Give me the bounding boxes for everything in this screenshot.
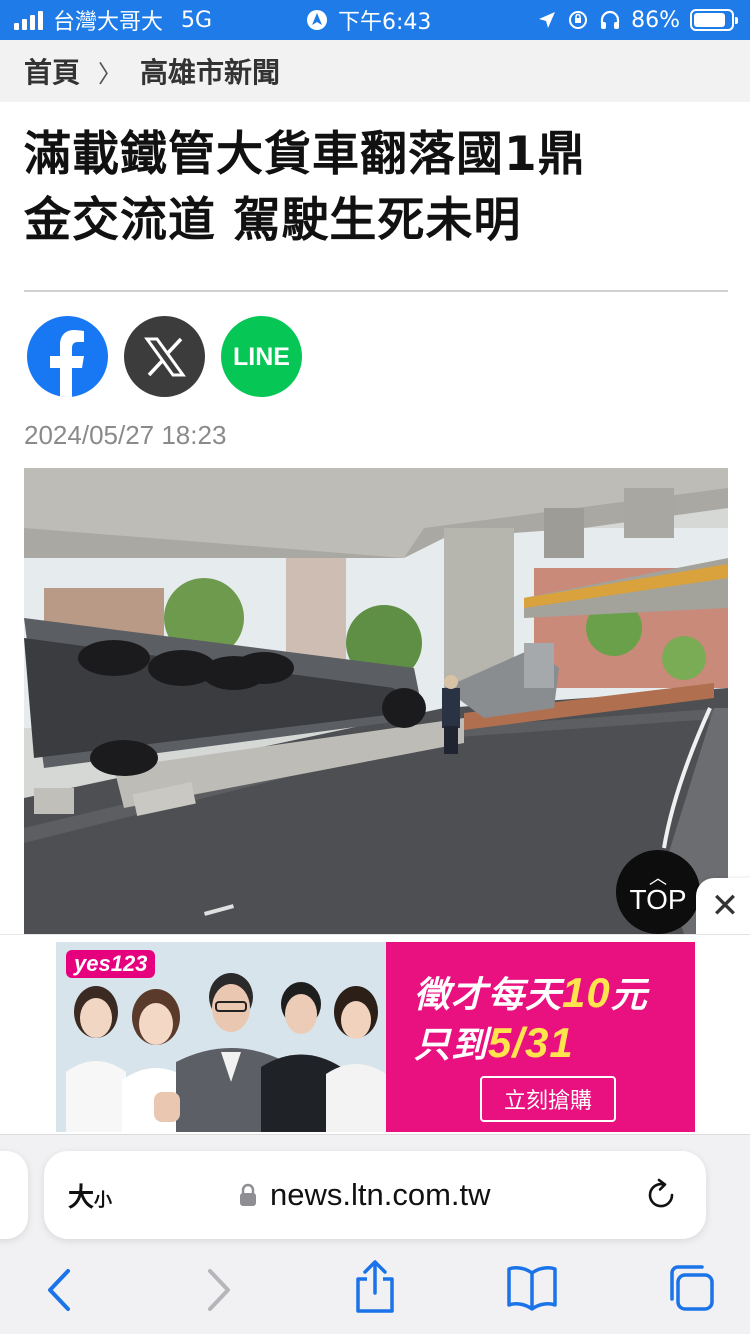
x-share-button[interactable] [124,316,205,397]
breadcrumb-section[interactable]: 高雄市新聞 [140,51,280,91]
article-headline: 滿載鐵管大貨車翻落國1鼎 金交流道 駕駛生死未明 [24,122,714,254]
browser-toolbar [0,1259,750,1329]
bookmarks-icon[interactable] [506,1265,558,1311]
location-arrow-circle-icon [307,10,327,30]
ad-logo: yes123 [66,950,156,978]
battery-fill [694,13,725,27]
ad-close-button[interactable]: ✕ [696,878,750,934]
facebook-icon [50,330,84,397]
clock: 下午6:43 [338,10,432,35]
headphones-icon [600,10,620,29]
forward-chevron-icon[interactable] [202,1267,236,1313]
text-size-button[interactable]: 大小 [68,1177,112,1214]
headline-line-1: 滿載鐵管大貨車翻落國1鼎 [24,127,586,182]
ad-text-panel: 徵才每天10元 只到5/31 立刻搶購 [386,942,695,1132]
ad-headline-1: 徵才每天10元 [414,966,648,1018]
close-icon: ✕ [710,886,740,926]
publish-date: 2024/05/27 18:23 [24,420,227,450]
ad-banner[interactable]: yes123 徵才每天10元 只到5/31 立刻搶購 [56,942,695,1132]
ad-line2-number: 5/31 [488,1019,574,1066]
breadcrumb: 首頁 〉 高雄市新聞 [0,40,750,102]
reload-icon[interactable] [644,1178,678,1212]
chevron-up-icon: ︿ [649,868,667,888]
battery-icon [690,9,738,31]
headline-divider [24,290,728,292]
signal-icon [14,10,43,30]
tabs-icon[interactable] [666,1263,716,1313]
headline-line-2: 金交流道 駕駛生死未明 [24,193,522,248]
share-buttons: LINE [27,316,302,397]
location-icon [539,12,556,28]
address-bar[interactable]: 大小 news.ltn.com.tw [44,1151,706,1239]
url-text: news.ltn.com.tw [270,1177,491,1212]
line-icon: LINE [233,343,290,371]
ad-line1-prefix: 徵才每天 [414,975,563,1016]
line-share-button[interactable]: LINE [221,316,302,397]
status-right: 86% [537,7,738,33]
url-display[interactable]: news.ltn.com.tw [238,1177,491,1213]
orientation-lock-icon [569,11,588,29]
carrier-label: 台灣大哥大 [53,10,164,35]
overturned-truck-photo [24,468,728,934]
ad-people-image: yes123 [56,942,386,1132]
previous-tab-peek[interactable] [0,1151,28,1239]
x-logo-icon [143,337,186,376]
back-to-top-button[interactable]: ︿ TOP [616,850,700,934]
status-center: 下午6:43 [306,4,431,36]
screen: 台灣大哥大 5G 下午6:43 86% 首頁 〉 高雄市新聞 滿載鐵管大貨車翻落… [0,0,750,1334]
status-bar: 台灣大哥大 5G 下午6:43 86% [0,0,750,40]
ad-line1-number: 10 [562,969,611,1016]
browser-bottom-bar: 大小 news.ltn.com.tw [0,1134,750,1334]
battery-percent: 86% [631,7,680,33]
top-label: TOP [629,884,687,915]
back-chevron-icon[interactable] [42,1267,76,1313]
text-size-small: 小 [94,1189,113,1211]
share-icon[interactable] [352,1259,398,1315]
breadcrumb-home[interactable]: 首頁 [24,51,80,91]
facebook-share-button[interactable] [27,316,108,397]
ad-line1-suffix: 元 [610,975,648,1016]
article-photo[interactable] [24,468,728,934]
lock-icon [240,1183,256,1206]
ad-headline-2: 只到5/31 [414,1016,574,1068]
ad-line2-prefix: 只到 [414,1025,489,1066]
network-label: 5G [181,7,213,33]
breadcrumb-separator: 〉 [98,59,123,88]
ad-cta-button[interactable]: 立刻搶購 [480,1076,616,1122]
status-left: 台灣大哥大 5G [14,4,212,36]
text-size-big: 大 [68,1182,95,1213]
line-logo-text: LINE [233,343,290,371]
